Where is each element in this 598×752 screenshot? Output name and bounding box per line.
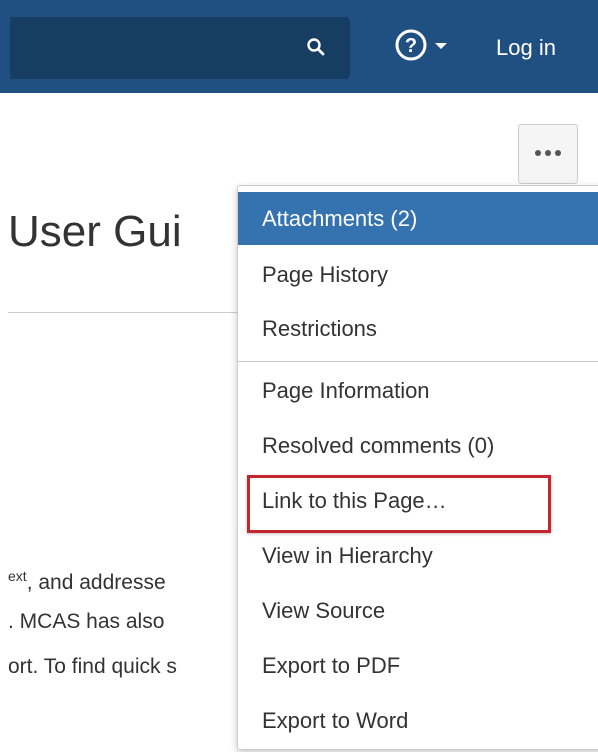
body-text-line: ort. To find quick s [8, 651, 248, 683]
svg-text:?: ? [405, 35, 417, 57]
more-actions-icon [533, 145, 563, 163]
body-text-line: ext, and addresse [8, 560, 248, 599]
more-actions-button[interactable] [518, 124, 578, 184]
menu-item-export-word[interactable]: Export to Word [238, 694, 598, 747]
page-title: User Gui [8, 207, 182, 256]
top-header-bar: ? Log in [0, 0, 598, 93]
menu-item-page-history[interactable]: Page History [238, 248, 598, 301]
search-icon[interactable] [306, 37, 326, 57]
more-actions-menu: Attachments (2) Page History Restriction… [237, 185, 598, 750]
menu-item-page-information[interactable]: Page Information [238, 364, 598, 417]
body-text: , and addresse [26, 571, 166, 594]
menu-item-attachments[interactable]: Attachments (2) [238, 192, 598, 245]
menu-item-resolved-comments[interactable]: Resolved comments (0) [238, 419, 598, 472]
body-text-line: . MCAS has also [8, 606, 248, 638]
body-text: ort. To find quick s [8, 655, 177, 678]
help-icon: ? [394, 28, 428, 67]
menu-divider [238, 361, 598, 362]
menu-item-view-source[interactable]: View Source [238, 584, 598, 637]
caret-down-icon [434, 38, 448, 56]
menu-item-link-to-page[interactable]: Link to this Page… [238, 474, 598, 527]
menu-item-view-in-hierarchy[interactable]: View in Hierarchy [238, 529, 598, 582]
login-link[interactable]: Log in [496, 32, 556, 64]
title-divider [8, 312, 248, 313]
menu-item-export-pdf[interactable]: Export to PDF [238, 639, 598, 692]
body-superscript: ext [8, 568, 27, 584]
menu-item-restrictions[interactable]: Restrictions [238, 302, 598, 355]
help-menu-button[interactable]: ? [394, 29, 460, 65]
body-text: . MCAS has also [8, 610, 165, 633]
search-input[interactable] [10, 17, 350, 79]
